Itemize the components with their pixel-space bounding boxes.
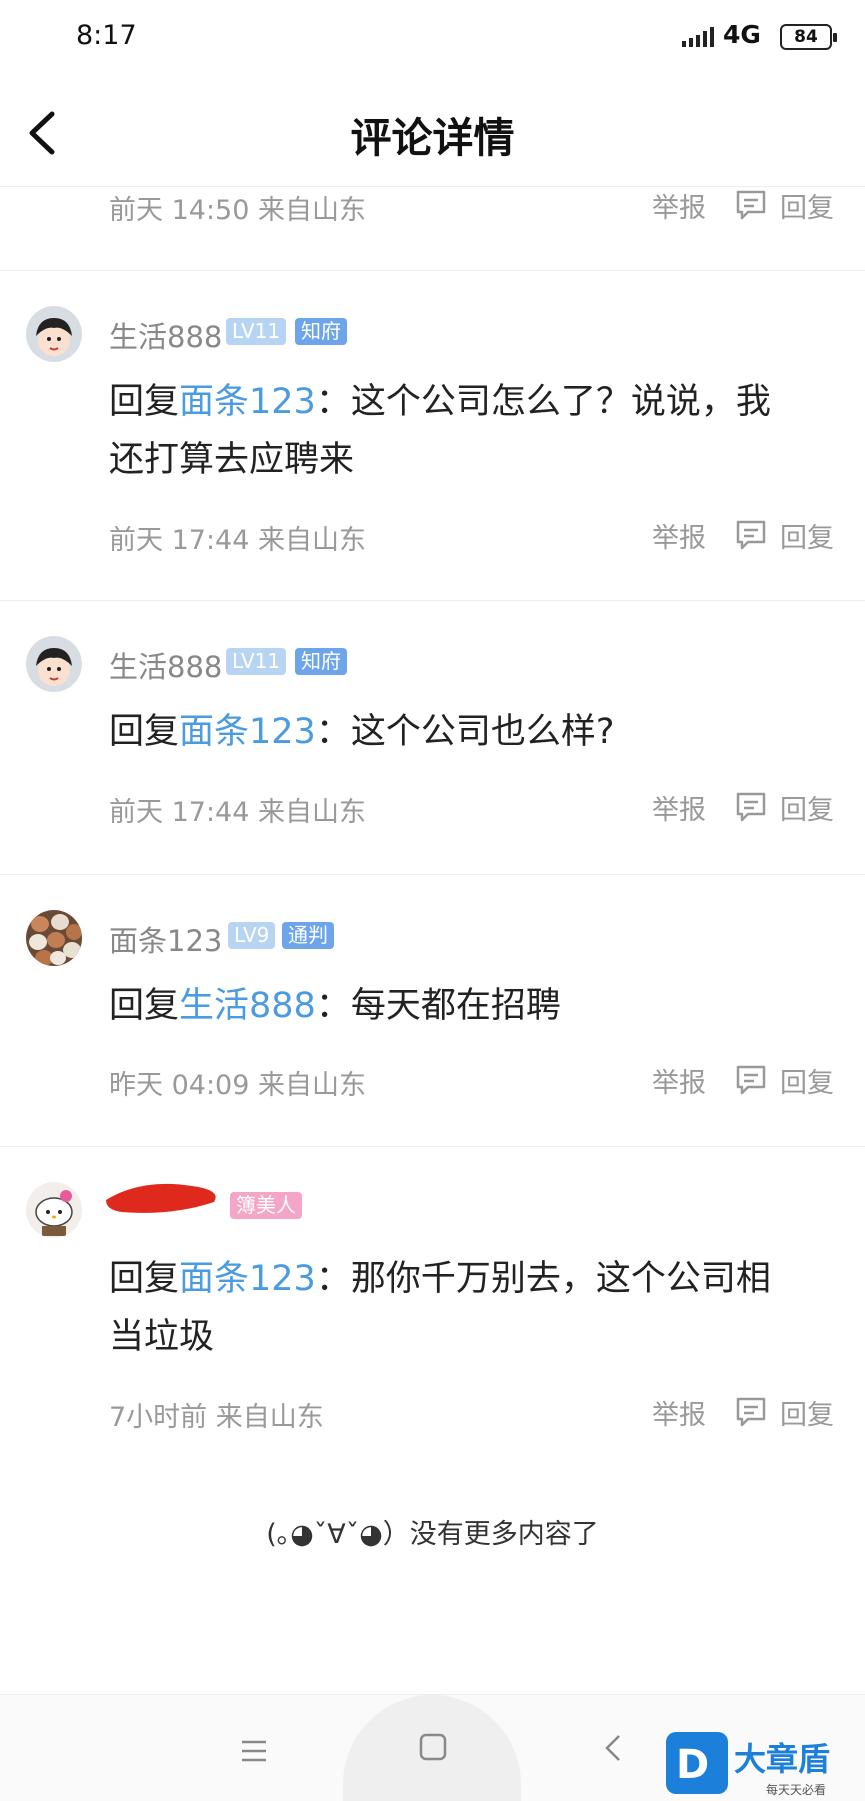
rank-badge: 知府 [295, 648, 347, 675]
comment-meta: 7小时前 来自山东 [109, 1395, 324, 1434]
mention-link[interactable]: 面条123 [179, 1259, 316, 1299]
comment-text: 回复面条123：那你千万别去，这个公司相 当垃圾 [109, 1259, 771, 1357]
eggs-avatar-icon [29, 914, 82, 966]
comment-location: 来自山东 [258, 1070, 366, 1101]
rank-badge: 知府 [295, 318, 347, 345]
comment-bubble-icon[interactable] [734, 1063, 768, 1097]
comment-bubble-icon[interactable] [734, 1395, 768, 1429]
svg-text:每天天必看: 每天天必看 [766, 1782, 826, 1797]
svg-text:大章盾: 大章盾 [734, 1740, 830, 1778]
comment-location: 来自山东 [258, 797, 366, 828]
comment-location: 来自山东 [215, 1402, 324, 1433]
mention-link[interactable]: 生活888 [179, 986, 316, 1026]
rank-badge: 簿美人 [230, 1192, 302, 1219]
girl-avatar-icon [36, 648, 72, 686]
status-time: 8:17 [76, 20, 137, 51]
battery-icon: 84 [780, 24, 837, 50]
watermark-logo: D 大章盾 每天天必看 [666, 1732, 830, 1797]
comment-time: 7小时前 [109, 1402, 208, 1433]
comment-time: 前天 14:50 [109, 195, 250, 226]
reply-button[interactable]: 回复 [780, 788, 834, 827]
redacted-username-scribble [106, 1183, 216, 1213]
avatar[interactable] [26, 306, 82, 362]
divider [0, 600, 865, 601]
comment-text: 回复面条123：这个公司怎么了？说说，我 还打算去应聘来 [109, 382, 771, 480]
comment-meta: 前天 17:44 来自山东 [109, 790, 366, 829]
home-square-icon[interactable] [419, 1733, 447, 1761]
no-more-content: (｡◕ˇ∀ˇ◕）没有更多内容了 [266, 1519, 599, 1550]
report-button[interactable]: 举报 [652, 186, 706, 225]
reply-button[interactable]: 回复 [780, 186, 834, 225]
comment-location: 来自山东 [258, 525, 366, 556]
comment-meta: 昨天 04:09 来自山东 [109, 1063, 366, 1102]
rank-badge: 通判 [282, 922, 334, 949]
reply-button[interactable]: 回复 [780, 1393, 834, 1432]
level-badge: LV9 [228, 922, 276, 949]
reply-button[interactable]: 回复 [780, 516, 834, 555]
hello-kitty-avatar-icon [35, 1190, 73, 1236]
divider [0, 1146, 865, 1147]
app-header: 评论详情 [0, 78, 865, 187]
level-badge: LV11 [226, 318, 287, 345]
reply-prefix: 回复 [109, 986, 180, 1026]
report-button[interactable]: 举报 [652, 516, 706, 555]
comment-time: 前天 17:44 [109, 525, 250, 556]
avatar[interactable] [26, 910, 82, 966]
divider [0, 270, 865, 271]
report-button[interactable]: 举报 [652, 1061, 706, 1100]
svg-text:D: D [676, 1742, 709, 1788]
report-button[interactable]: 举报 [652, 1393, 706, 1432]
divider [0, 874, 865, 875]
comment-text: 回复面条123：这个公司也么样? [109, 712, 615, 752]
username[interactable]: 生活888 [109, 644, 222, 686]
page-title: 评论详情 [350, 114, 515, 162]
network-type: 4G [723, 20, 761, 49]
signal-icon [682, 27, 714, 47]
menu-icon[interactable] [240, 1739, 268, 1763]
reply-prefix: 回复 [109, 712, 180, 752]
avatar[interactable] [26, 636, 82, 692]
mention-link[interactable]: 面条123 [179, 382, 316, 422]
comment-location: 来自山东 [258, 195, 366, 226]
status-bar: 8:17 4G 84 [0, 0, 865, 78]
report-button[interactable]: 举报 [652, 788, 706, 827]
girl-avatar-icon [36, 318, 72, 356]
level-badge: LV11 [226, 648, 287, 675]
username[interactable]: 生活888 [109, 314, 222, 356]
comment-meta: 前天 14:50 来自山东 [109, 188, 366, 227]
reply-button[interactable]: 回复 [780, 1061, 834, 1100]
comment-text: 回复生活888：每天都在招聘 [109, 986, 561, 1026]
comment-meta: 前天 17:44 来自山东 [109, 518, 366, 557]
comment-bubble-icon[interactable] [734, 790, 768, 824]
username[interactable]: 面条123 [109, 918, 222, 960]
mention-link[interactable]: 面条123 [179, 712, 316, 752]
comment-bubble-icon[interactable] [734, 188, 768, 222]
nav-back-icon[interactable] [603, 1733, 623, 1763]
comment-bubble-icon[interactable] [734, 518, 768, 552]
comment-time: 昨天 04:09 [109, 1070, 250, 1101]
reply-prefix: 回复 [109, 1259, 180, 1299]
reply-prefix: 回复 [109, 382, 180, 422]
comment-time: 前天 17:44 [109, 797, 250, 828]
avatar[interactable] [26, 1182, 82, 1238]
